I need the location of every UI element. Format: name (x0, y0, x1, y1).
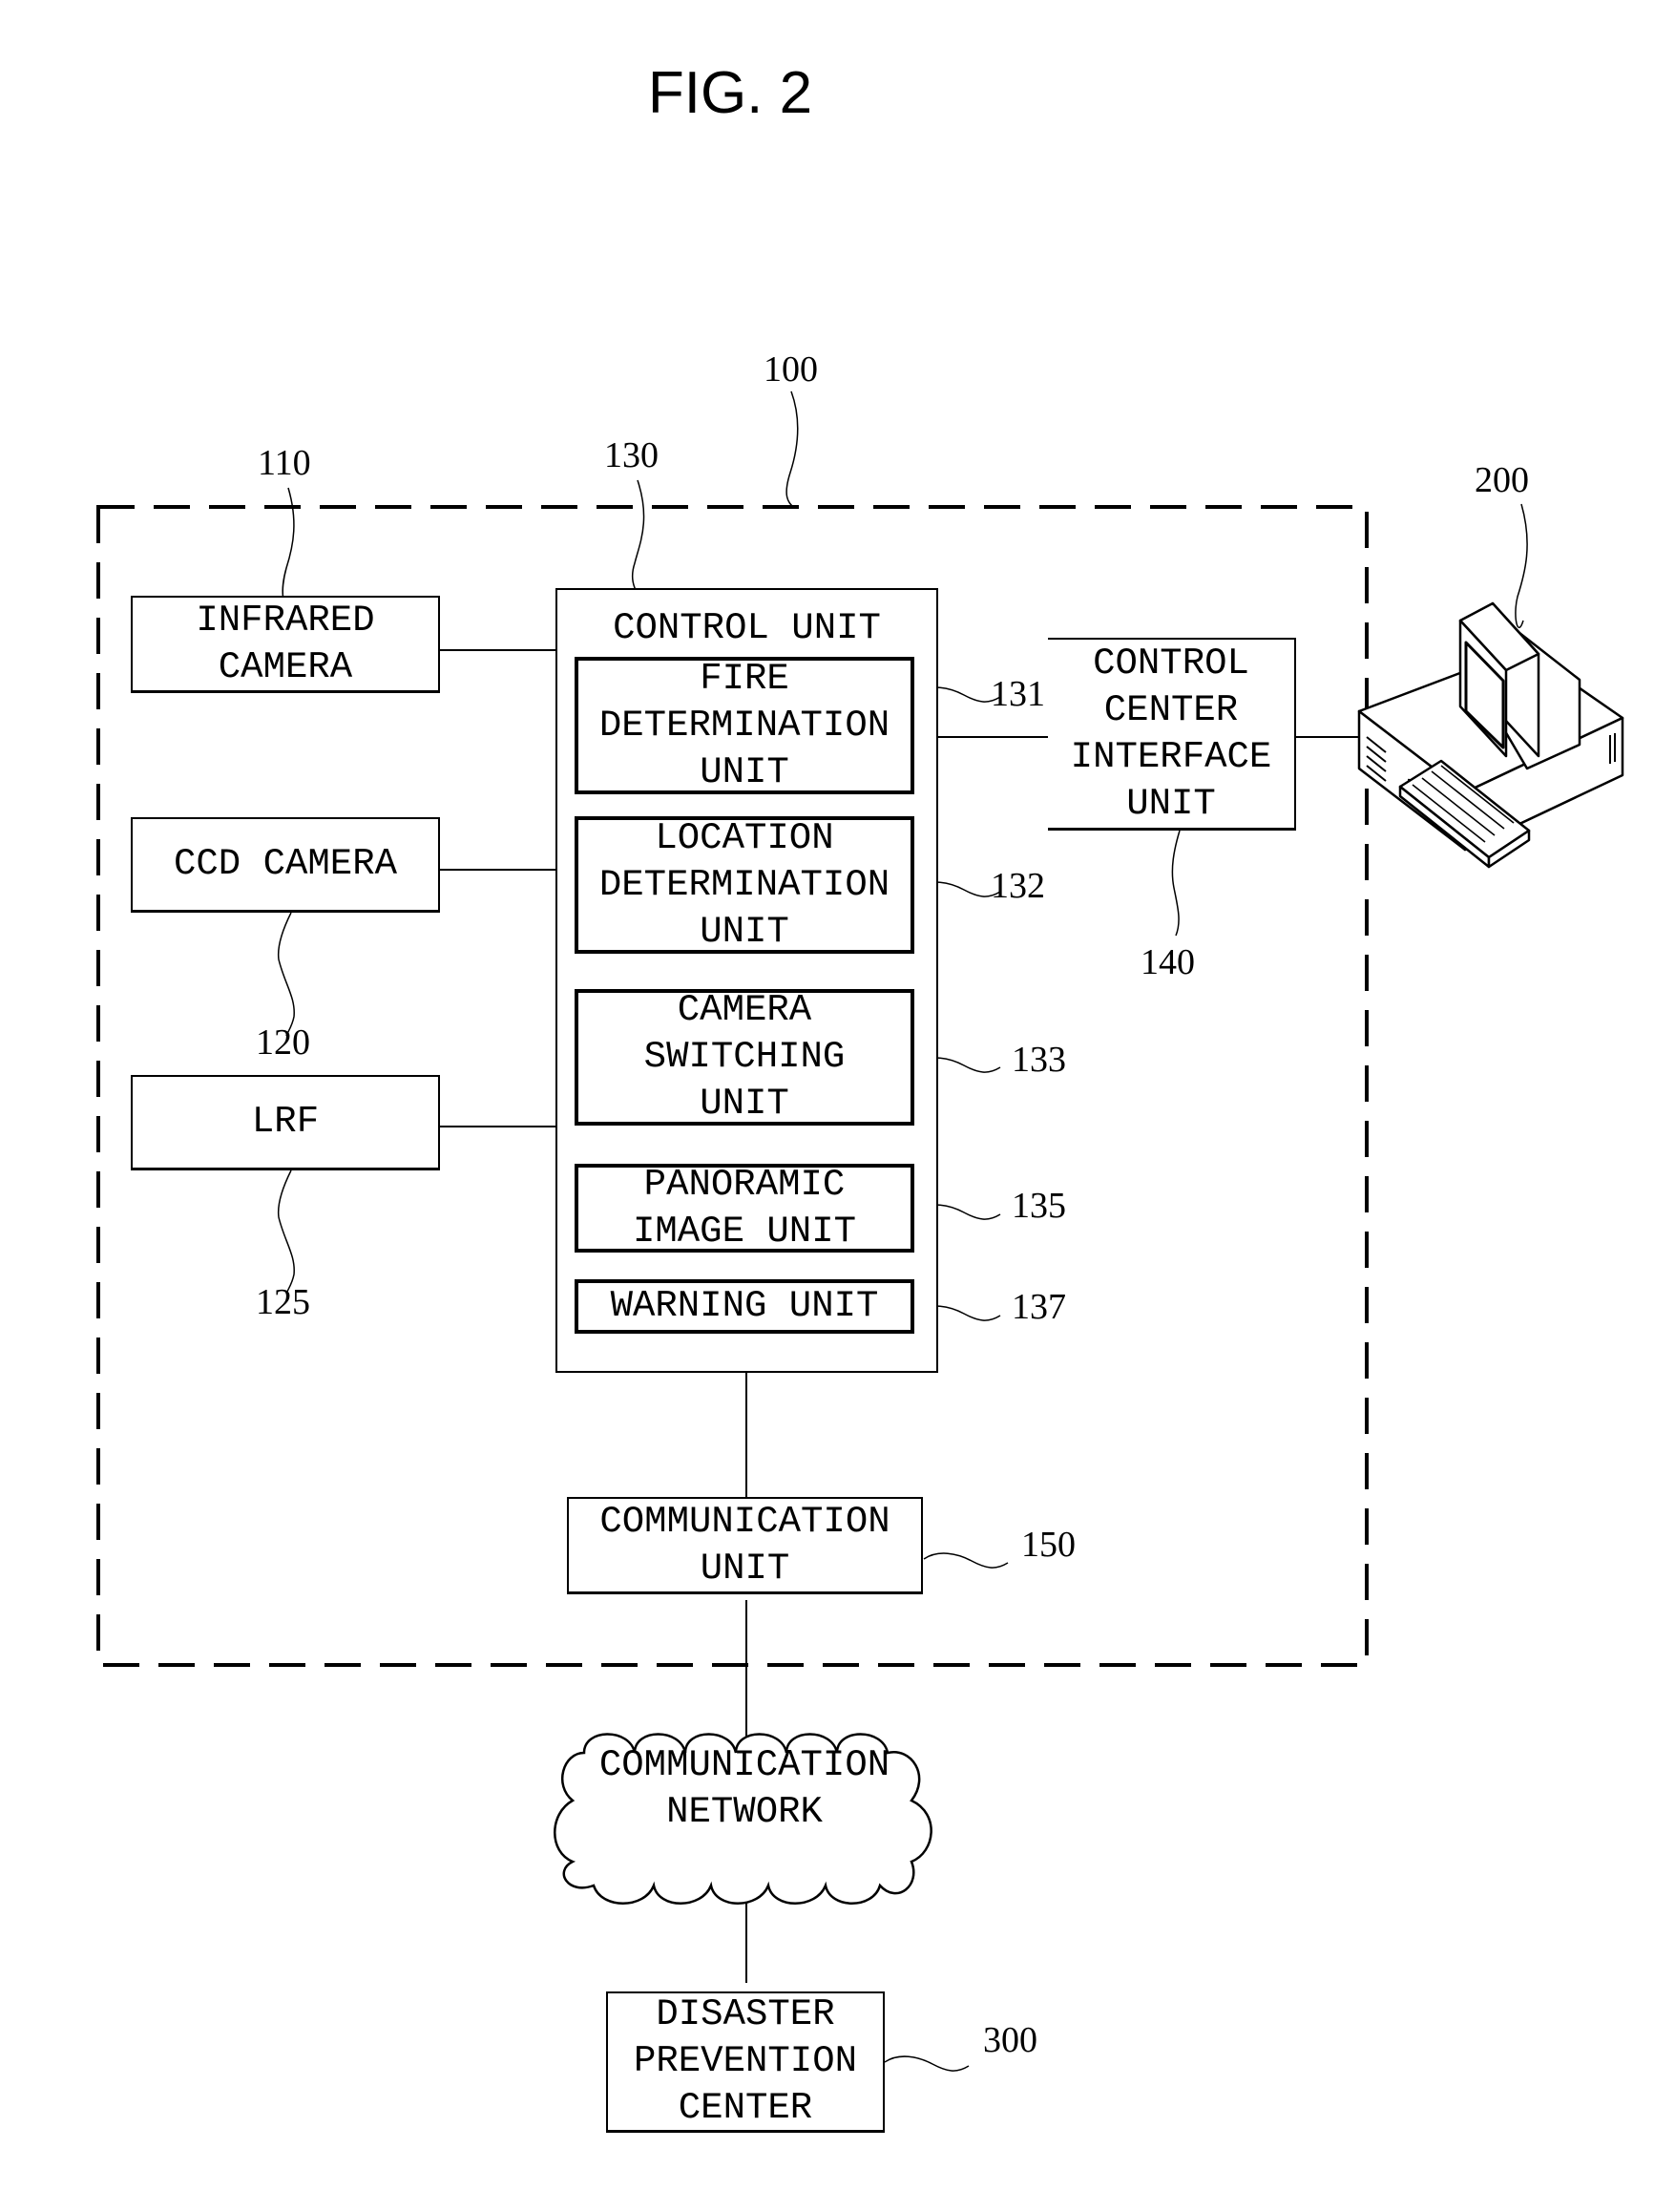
leader-120 (277, 912, 295, 1037)
ref-control-center-interface: 140 (1141, 942, 1195, 982)
ref-location-determination: 132 (991, 866, 1045, 906)
leader-130 (631, 479, 645, 595)
control-center-interface-line1: CONTROL (1093, 642, 1249, 685)
leader-125 (277, 1169, 295, 1295)
ref-system: 100 (764, 349, 818, 390)
disaster-prevention-line2: PREVENTION (633, 2040, 858, 2082)
camera-switching-line2: SWITCHING (643, 1036, 846, 1078)
camera-switching-line1: CAMERA (677, 989, 812, 1031)
control-center-interface-line2: CENTER (1103, 688, 1239, 731)
ref-panoramic-image: 135 (1012, 1186, 1066, 1226)
disaster-prevention-line3: CENTER (678, 2087, 813, 2129)
camera-switching-unit-box[interactable]: CAMERA SWITCHING UNIT (575, 989, 914, 1126)
communication-network-line2: NETWORK (666, 1791, 823, 1833)
control-center-interface-line4: UNIT (1126, 782, 1216, 825)
ccd-camera-label: CCD CAMERA (173, 843, 398, 885)
ref-warning: 137 (1012, 1287, 1066, 1327)
ref-ccd-camera: 120 (256, 1022, 310, 1063)
leader-100 (785, 390, 799, 508)
location-determination-line2: DETERMINATION (598, 863, 890, 906)
ref-lrf: 125 (256, 1282, 310, 1322)
control-center-interface-line3: INTERFACE (1070, 735, 1272, 778)
disaster-prevention-center-box[interactable]: DISASTER PREVENTION CENTER (606, 1991, 885, 2133)
communication-unit-box[interactable]: COMMUNICATION UNIT (567, 1497, 923, 1594)
desktop-computer-icon (1357, 601, 1624, 869)
ref-communication-unit: 150 (1021, 1525, 1076, 1565)
ref-infrared-camera: 110 (258, 443, 311, 483)
ccd-camera-box[interactable]: CCD CAMERA (131, 817, 440, 913)
fire-determination-line1: FIRE (700, 657, 789, 700)
ref-control-unit: 130 (604, 435, 659, 475)
camera-switching-line3: UNIT (700, 1083, 789, 1125)
warning-unit-label: WARNING UNIT (610, 1285, 879, 1327)
panoramic-image-line2: IMAGE UNIT (632, 1210, 857, 1253)
ref-disaster-prevention-center: 300 (983, 2020, 1037, 2060)
warning-unit-box[interactable]: WARNING UNIT (575, 1279, 914, 1334)
communication-network-label[interactable]: COMMUNICATION NETWORK (563, 1742, 926, 1836)
control-center-interface-unit-box[interactable]: CONTROL CENTER INTERFACE UNIT (1048, 638, 1296, 831)
fire-determination-line2: DETERMINATION (598, 704, 890, 747)
panoramic-image-line1: PANORAMIC (643, 1163, 846, 1206)
communication-unit-line2: UNIT (700, 1547, 790, 1590)
location-determination-unit-box[interactable]: LOCATION DETERMINATION UNIT (575, 816, 914, 954)
diagram-canvas: FIG. 2 100 110 130 200 120 125 140 131 1… (0, 0, 1675, 2212)
leader-110 (282, 487, 295, 603)
communication-unit-line1: COMMUNICATION (599, 1500, 890, 1543)
lrf-label: LRF (251, 1101, 320, 1143)
panoramic-image-unit-box[interactable]: PANORAMIC IMAGE UNIT (575, 1164, 914, 1253)
fire-determination-line3: UNIT (700, 750, 789, 793)
ref-camera-switching: 133 (1012, 1040, 1066, 1080)
infrared-camera-label-line2: CAMERA (218, 645, 353, 688)
lrf-box[interactable]: LRF (131, 1075, 440, 1170)
control-unit-label: CONTROL UNIT (613, 607, 881, 649)
leader-200 (1515, 503, 1528, 628)
infrared-camera-box[interactable]: INFRARED CAMERA (131, 596, 440, 693)
ref-fire-determination: 131 (991, 674, 1045, 714)
communication-network-line1: COMMUNICATION (598, 1744, 890, 1786)
fire-determination-unit-box[interactable]: FIRE DETERMINATION UNIT (575, 657, 914, 794)
leader-140 (1171, 830, 1181, 937)
leader-300 (884, 2055, 970, 2072)
ref-control-center-computer: 200 (1475, 460, 1529, 500)
leader-150 (923, 1552, 1009, 1569)
location-determination-line1: LOCATION (655, 816, 834, 859)
location-determination-line3: UNIT (700, 910, 789, 953)
disaster-prevention-line1: DISASTER (656, 1993, 835, 2035)
infrared-camera-label-line1: INFRARED (196, 599, 375, 642)
